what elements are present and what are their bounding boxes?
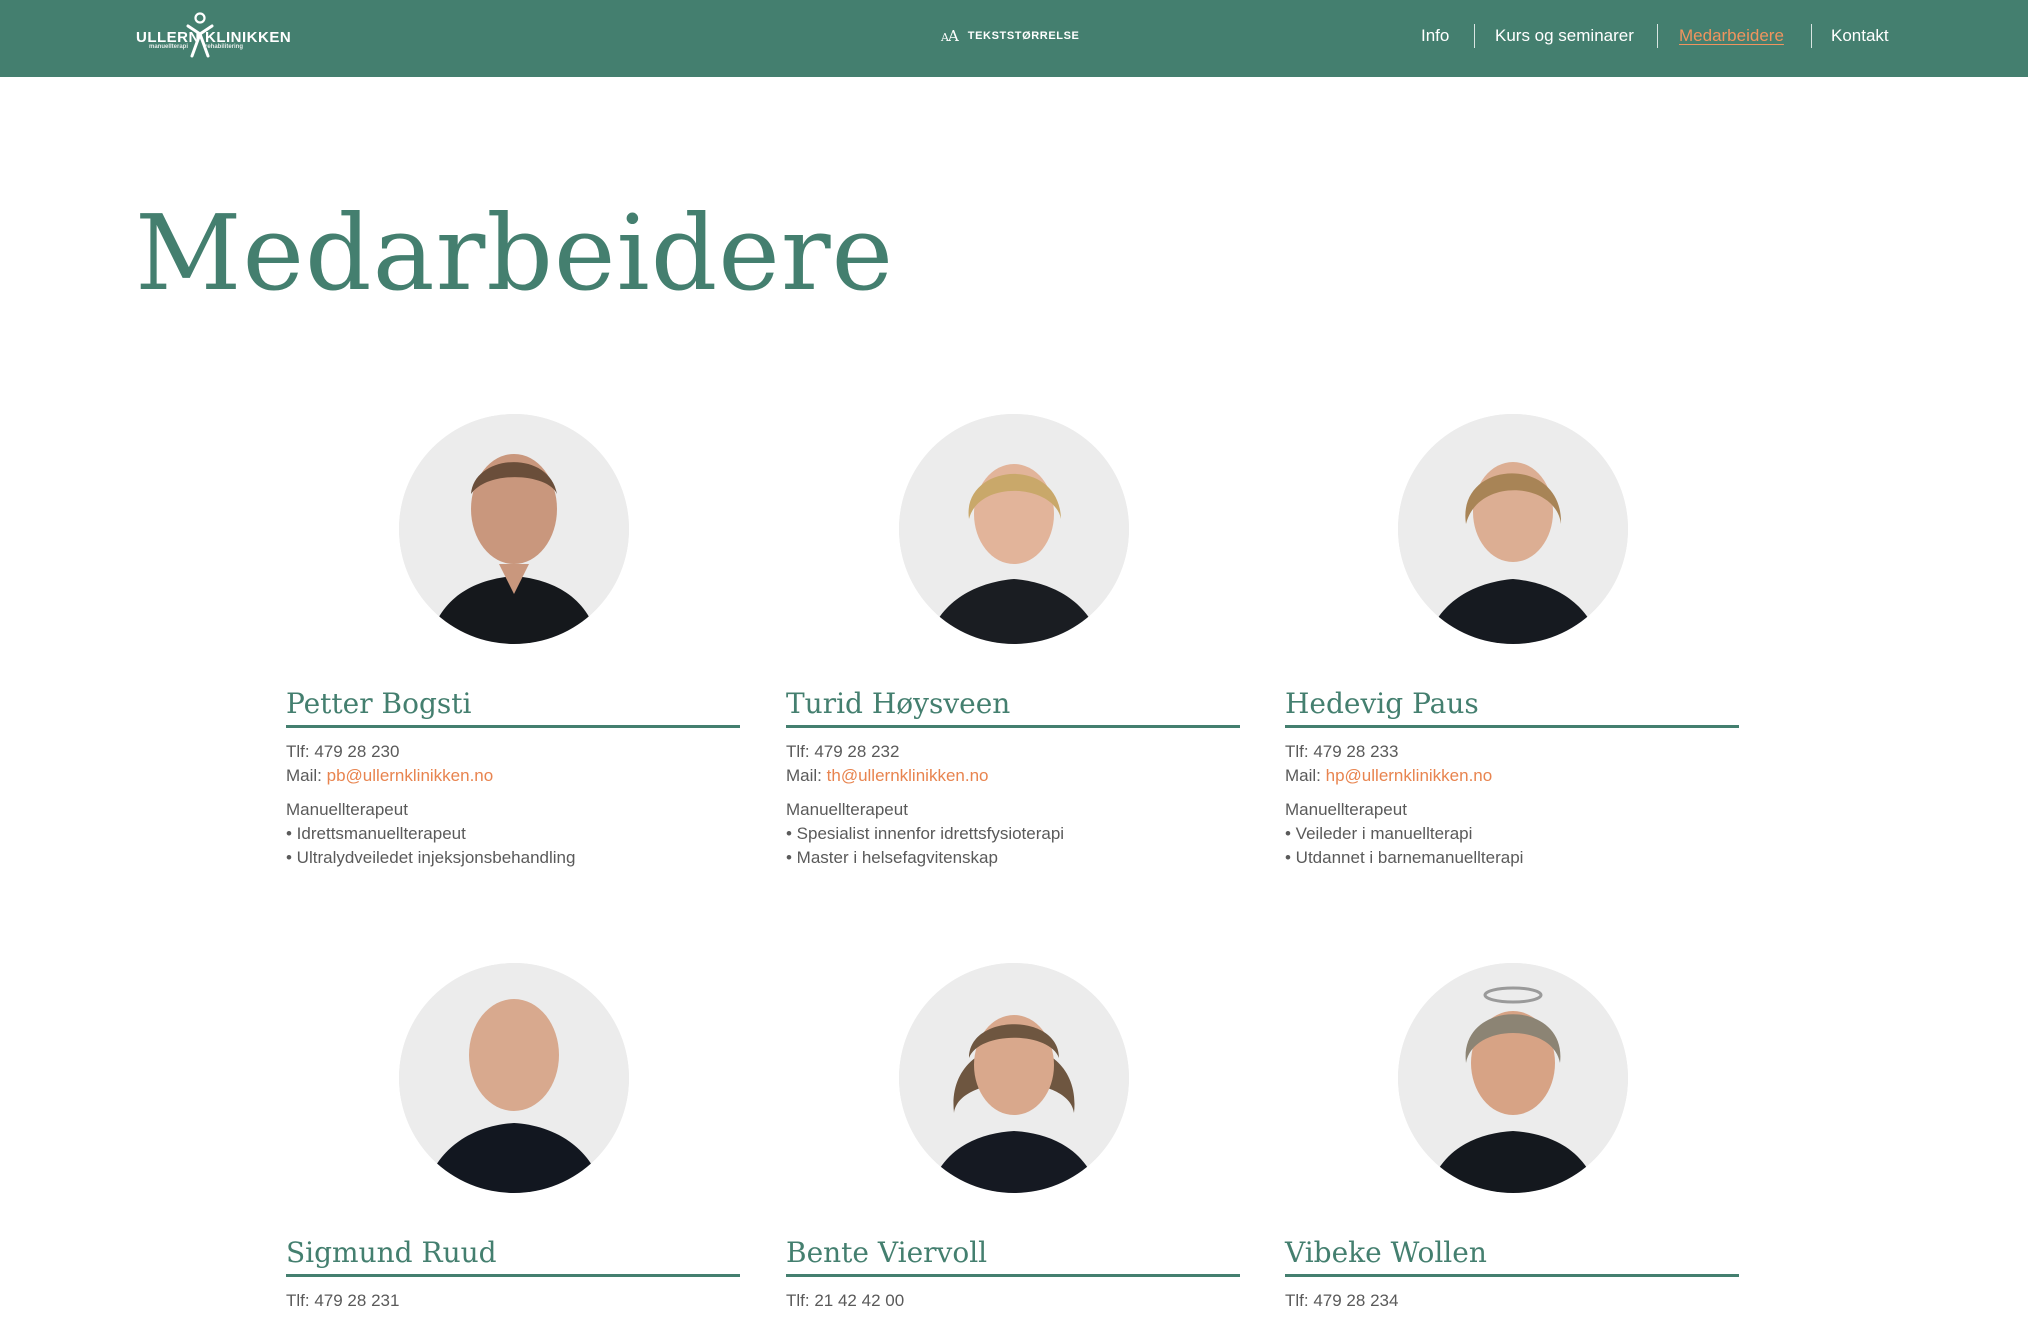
staff-name: Vibeke Wollen [1285, 1236, 1487, 1269]
portrait-icon [899, 414, 1129, 644]
staff-mail: Mail: pb@ullernklinikken.no [286, 766, 494, 785]
staff-specialty: • Veileder i manuellterapi [1285, 824, 1473, 843]
staff-mail: Mail: th@ullernklinikken.no [786, 766, 989, 785]
name-divider [286, 725, 740, 728]
name-divider [1285, 1274, 1739, 1277]
staff-name: Petter Bogsti [286, 687, 472, 720]
staff-name: Sigmund Ruud [286, 1236, 497, 1269]
staff-photo [1398, 414, 1628, 644]
staff-mail: Mail: hp@ullernklinikken.no [1285, 766, 1493, 785]
nav-item-kurs[interactable]: Kurs og seminarer [1495, 22, 1634, 50]
staff-phone: Tlf: 479 28 233 [1285, 742, 1399, 761]
email-link[interactable]: pb@ullernklinikken.no [327, 766, 494, 785]
email-link[interactable]: hp@ullernklinikken.no [1326, 766, 1493, 785]
staff-photo [399, 414, 629, 644]
nav-item-medarbeidere[interactable]: Medarbeidere [1679, 22, 1784, 50]
staff-specialty: • Master i helsefagvitenskap [786, 848, 998, 867]
site-header: ULLERN KLINIKKEN manuellterapi rehabilit… [0, 0, 2028, 77]
staff-specialty: • Ultralydveiledet injeksjonsbehandling [286, 848, 576, 867]
staff-specialty: • Utdannet i barnemanuellterapi [1285, 848, 1524, 867]
nav-item-info[interactable]: Info [1421, 22, 1449, 50]
staff-photo [1398, 963, 1628, 1193]
staff-phone: Tlf: 479 28 232 [786, 742, 900, 761]
staff-phone: Tlf: 479 28 231 [286, 1291, 400, 1310]
nav-divider [1474, 24, 1475, 48]
name-divider [786, 725, 1240, 728]
portrait-icon [1398, 414, 1628, 644]
staff-title: Manuellterapeut [1285, 800, 1407, 819]
staff-phone: Tlf: 479 28 230 [286, 742, 400, 761]
staff-specialty: • Idrettsmanuellterapeut [286, 824, 466, 843]
portrait-icon [399, 963, 629, 1193]
page-title: Medarbeidere [135, 192, 895, 314]
staff-specialty: • Spesialist innenfor idrettsfysioterapi [786, 824, 1065, 843]
name-divider [786, 1274, 1240, 1277]
email-link[interactable]: th@ullernklinikken.no [827, 766, 989, 785]
staff-phone: Tlf: 21 42 42 00 [786, 1291, 905, 1310]
staff-name: Bente Viervoll [786, 1236, 988, 1269]
nav-divider [1811, 24, 1812, 48]
staff-title: Manuellterapeut [786, 800, 908, 819]
name-divider [1285, 725, 1739, 728]
portrait-icon [1398, 963, 1628, 1193]
main-nav: Info Kurs og seminarer Medarbeidere Kont… [0, 22, 2028, 50]
staff-photo [399, 963, 629, 1193]
staff-photo [899, 414, 1129, 644]
nav-divider [1657, 24, 1658, 48]
staff-name: Turid Høysveen [786, 687, 1011, 720]
staff-name: Hedevig Paus [1285, 687, 1479, 720]
staff-photo [899, 963, 1129, 1193]
name-divider [286, 1274, 740, 1277]
staff-phone: Tlf: 479 28 234 [1285, 1291, 1399, 1310]
portrait-icon [399, 414, 629, 644]
nav-item-kontakt[interactable]: Kontakt [1831, 22, 1889, 50]
portrait-icon [899, 963, 1129, 1193]
staff-title: Manuellterapeut [286, 800, 408, 819]
